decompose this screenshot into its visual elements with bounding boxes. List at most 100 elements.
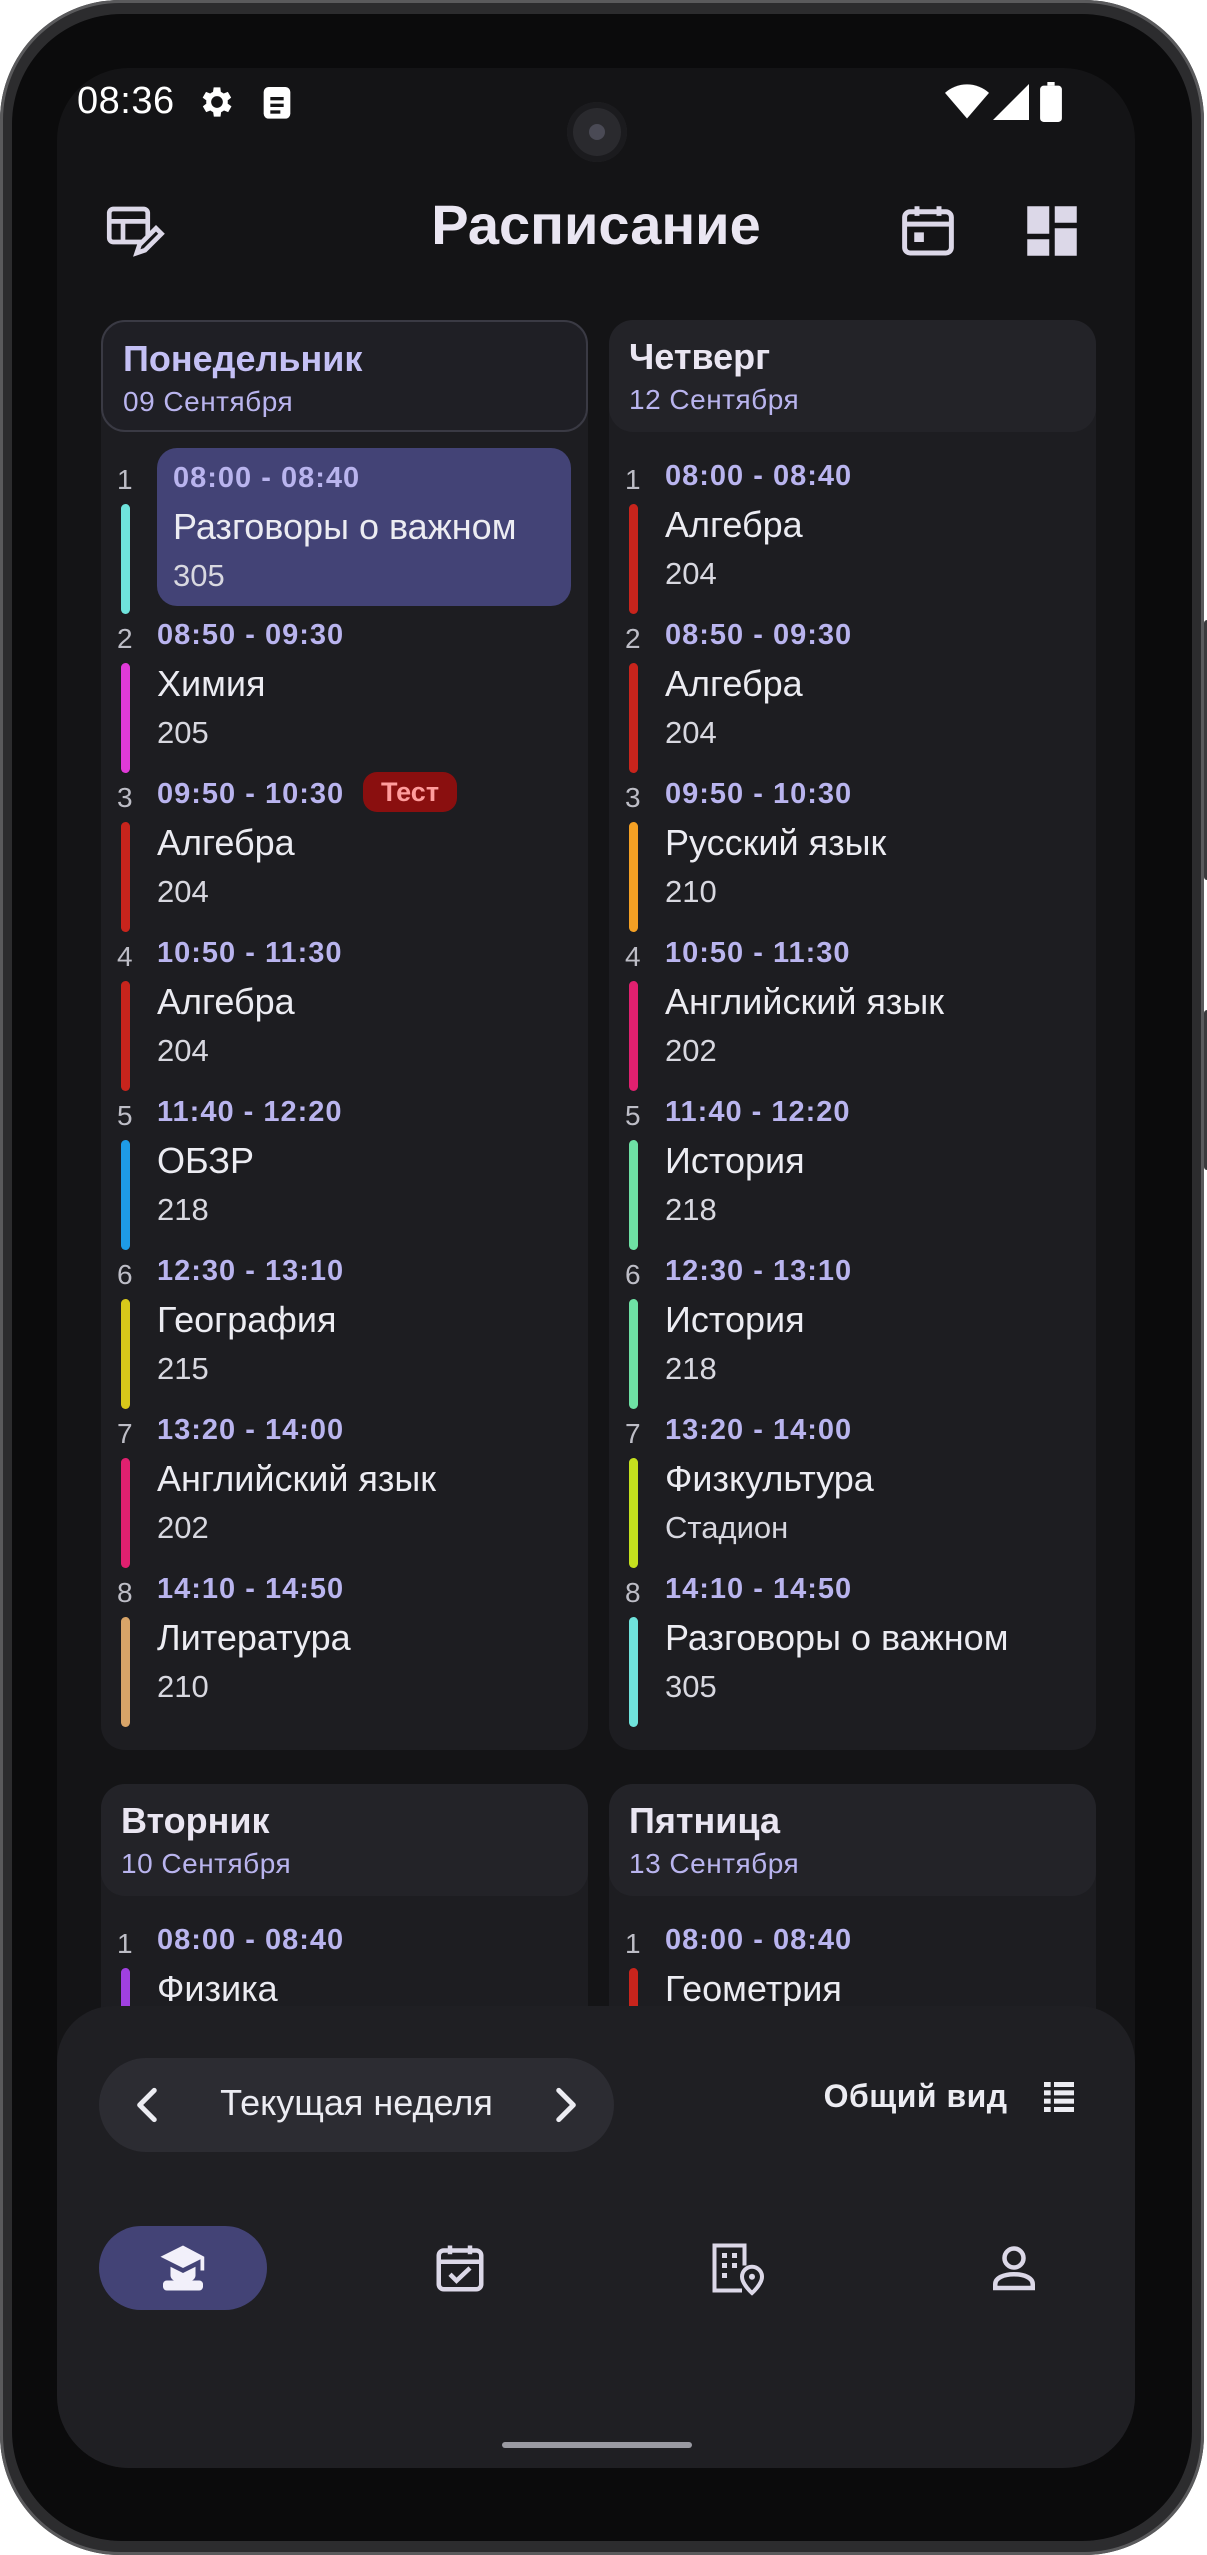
lesson-item[interactable]: 5 11:40 - 12:20 ОБЗР 218: [101, 1096, 588, 1255]
list-grid-icon: [1039, 2076, 1079, 2112]
lesson-room: 210: [665, 874, 717, 909]
day-card-friday: Пятница 13 Сентября 1 08:00 - 08:40 Геом…: [609, 1784, 1096, 2078]
lesson-room: 204: [157, 874, 209, 909]
week-label[interactable]: Текущая неделя: [99, 2082, 614, 2124]
lesson-subject: Алгебра: [157, 981, 295, 1022]
lesson-item[interactable]: 2 08:50 - 09:30 Алгебра 204: [609, 619, 1096, 778]
schedule-column-right: Четверг 12 Сентября 1 08:00 - 08:40 Алге…: [609, 320, 1096, 2078]
page-title: Расписание: [431, 193, 761, 256]
subject-color-bar: [629, 504, 638, 614]
lesson-room: 305: [173, 558, 225, 593]
lesson-number: 7: [117, 1418, 133, 1449]
subject-color-bar: [121, 1299, 130, 1409]
lesson-time: 09:50 - 10:30: [665, 778, 853, 810]
nav-homework[interactable]: [376, 2226, 544, 2310]
subject-color-bar: [629, 981, 638, 1091]
subject-color-bar: [121, 504, 130, 614]
lesson-number: 3: [117, 782, 133, 813]
overview-label: Общий вид: [823, 2078, 1008, 2115]
lesson-item[interactable]: 3 09:50 - 10:30 Тест Алгебра 204: [101, 772, 588, 937]
lesson-number: 7: [625, 1418, 641, 1449]
subject-color-bar: [121, 822, 130, 932]
lesson-number: 1: [625, 1928, 641, 1959]
subject-color-bar: [629, 1617, 638, 1727]
lesson-item[interactable]: 3 09:50 - 10:30 Русский язык 210: [609, 778, 1096, 937]
lesson-room: 215: [157, 1351, 209, 1386]
gesture-handle: [502, 2442, 692, 2448]
lesson-room: 202: [665, 1033, 717, 1068]
day-date: 09 Сентября: [123, 386, 294, 417]
lesson-time: 11:40 - 12:20: [157, 1096, 343, 1128]
lesson-subject: Английский язык: [665, 981, 945, 1022]
lesson-time: 08:00 - 08:40: [157, 1924, 345, 1956]
day-header[interactable]: Четверг 12 Сентября: [609, 320, 1096, 432]
lesson-time: 09:50 - 10:30: [157, 778, 345, 810]
front-camera: [567, 102, 627, 162]
lesson-item[interactable]: 1 08:00 - 08:40 Разговоры о важном 305: [101, 448, 588, 619]
day-name: Понедельник: [123, 338, 363, 379]
day-card-tuesday: Вторник 10 Сентября 1 08:00 - 08:40 Физи…: [101, 1784, 588, 2078]
lesson-number: 2: [625, 623, 641, 654]
overview-toggle[interactable]: Общий вид: [824, 2076, 1079, 2117]
day-card-thursday: Четверг 12 Сентября 1 08:00 - 08:40 Алге…: [609, 320, 1096, 1750]
lesson-number: 8: [625, 1577, 641, 1608]
lesson-room: 204: [665, 715, 717, 750]
day-header[interactable]: Вторник 10 Сентября: [101, 1784, 588, 1896]
lesson-time: 14:10 - 14:50: [665, 1573, 853, 1605]
lesson-item[interactable]: 6 12:30 - 13:10 История 218: [609, 1255, 1096, 1414]
lesson-item[interactable]: 2 08:50 - 09:30 Химия 205: [101, 619, 588, 778]
lesson-number: 5: [117, 1100, 133, 1131]
day-date: 12 Сентября: [629, 384, 800, 415]
lesson-item[interactable]: 8 14:10 - 14:50 Разговоры о важном 305: [609, 1573, 1096, 1732]
lesson-time: 12:30 - 13:10: [157, 1255, 345, 1287]
lesson-subject: Русский язык: [665, 822, 887, 863]
nav-profile[interactable]: [930, 2226, 1098, 2310]
lesson-item[interactable]: 5 11:40 - 12:20 История 218: [609, 1096, 1096, 1255]
subject-color-bar: [629, 1458, 638, 1568]
lesson-room: 210: [157, 1669, 209, 1704]
subject-color-bar: [629, 663, 638, 773]
lesson-room: 305: [665, 1669, 717, 1704]
lesson-subject: Алгебра: [157, 822, 295, 863]
lesson-item[interactable]: 4 10:50 - 11:30 Алгебра 204: [101, 937, 588, 1096]
lesson-subject: Алгебра: [665, 663, 803, 704]
subject-color-bar: [121, 663, 130, 773]
lesson-subject: Алгебра: [665, 504, 803, 545]
lesson-subject: Физкультура: [665, 1458, 874, 1499]
lesson-item[interactable]: 7 13:20 - 14:00 Физкультура Стадион: [609, 1414, 1096, 1573]
dashboard-layout-icon[interactable]: [1019, 198, 1085, 264]
lesson-item[interactable]: 1 08:00 - 08:40 Алгебра 204: [609, 460, 1096, 619]
lesson-item[interactable]: 7 13:20 - 14:00 Английский язык 202: [101, 1414, 588, 1573]
lesson-item[interactable]: 6 12:30 - 13:10 География 215: [101, 1255, 588, 1414]
nav-schedule[interactable]: [99, 2226, 267, 2310]
lesson-time: 10:50 - 11:30: [665, 937, 851, 969]
lesson-number: 1: [625, 464, 641, 495]
day-name: Пятница: [629, 1800, 780, 1841]
lesson-time: 10:50 - 11:30: [157, 937, 343, 969]
lesson-subject: Разговоры о важном: [173, 506, 517, 547]
lesson-item[interactable]: 4 10:50 - 11:30 Английский язык 202: [609, 937, 1096, 1096]
lesson-time: 12:30 - 13:10: [665, 1255, 853, 1287]
lesson-time: 13:20 - 14:00: [157, 1414, 345, 1446]
nav-buildings[interactable]: [653, 2226, 821, 2310]
day-header[interactable]: Пятница 13 Сентября: [609, 1784, 1096, 1896]
lesson-room: 204: [157, 1033, 209, 1068]
calendar-icon[interactable]: [895, 198, 961, 264]
day-header[interactable]: Понедельник 09 Сентября: [101, 320, 588, 432]
subject-color-bar: [121, 1140, 130, 1250]
lesson-subject: Разговоры о важном: [665, 1617, 1009, 1658]
lesson-time: 13:20 - 14:00: [665, 1414, 853, 1446]
subject-color-bar: [629, 822, 638, 932]
app-header: Расписание: [57, 178, 1135, 288]
day-name: Четверг: [629, 336, 771, 377]
lesson-subject: История: [665, 1140, 805, 1181]
lesson-time: 11:40 - 12:20: [665, 1096, 851, 1128]
subject-color-bar: [121, 1458, 130, 1568]
status-time: 08:36: [77, 80, 175, 122]
subject-color-bar: [121, 1617, 130, 1727]
lesson-number: 1: [117, 464, 133, 495]
screen: 08:36 Расписание Понедельник 09 Сентября…: [57, 68, 1135, 2468]
lesson-time: 08:00 - 08:40: [173, 462, 361, 494]
chevron-right-icon[interactable]: [540, 2080, 590, 2130]
lesson-item[interactable]: 8 14:10 - 14:50 Литература 210: [101, 1573, 588, 1732]
